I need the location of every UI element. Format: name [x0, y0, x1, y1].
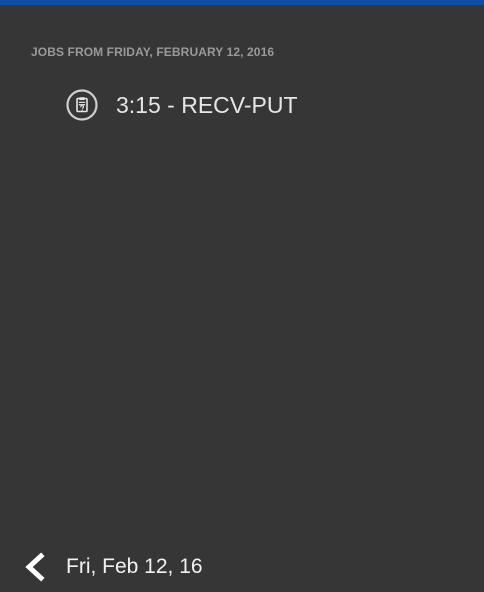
section-header: JOBS FROM FRIDAY, FEBRUARY 12, 2016 — [31, 45, 275, 59]
current-date-label: Fri, Feb 12, 16 — [66, 555, 203, 578]
chevron-left-icon[interactable] — [22, 550, 48, 584]
job-label: 3:15 - RECV-PUT — [116, 91, 298, 118]
date-navigation: Fri, Feb 12, 16 — [22, 550, 203, 584]
job-item[interactable]: 3:15 - RECV-PUT — [66, 88, 298, 122]
clipboard-icon — [66, 89, 98, 121]
top-accent-bar — [0, 0, 484, 5]
